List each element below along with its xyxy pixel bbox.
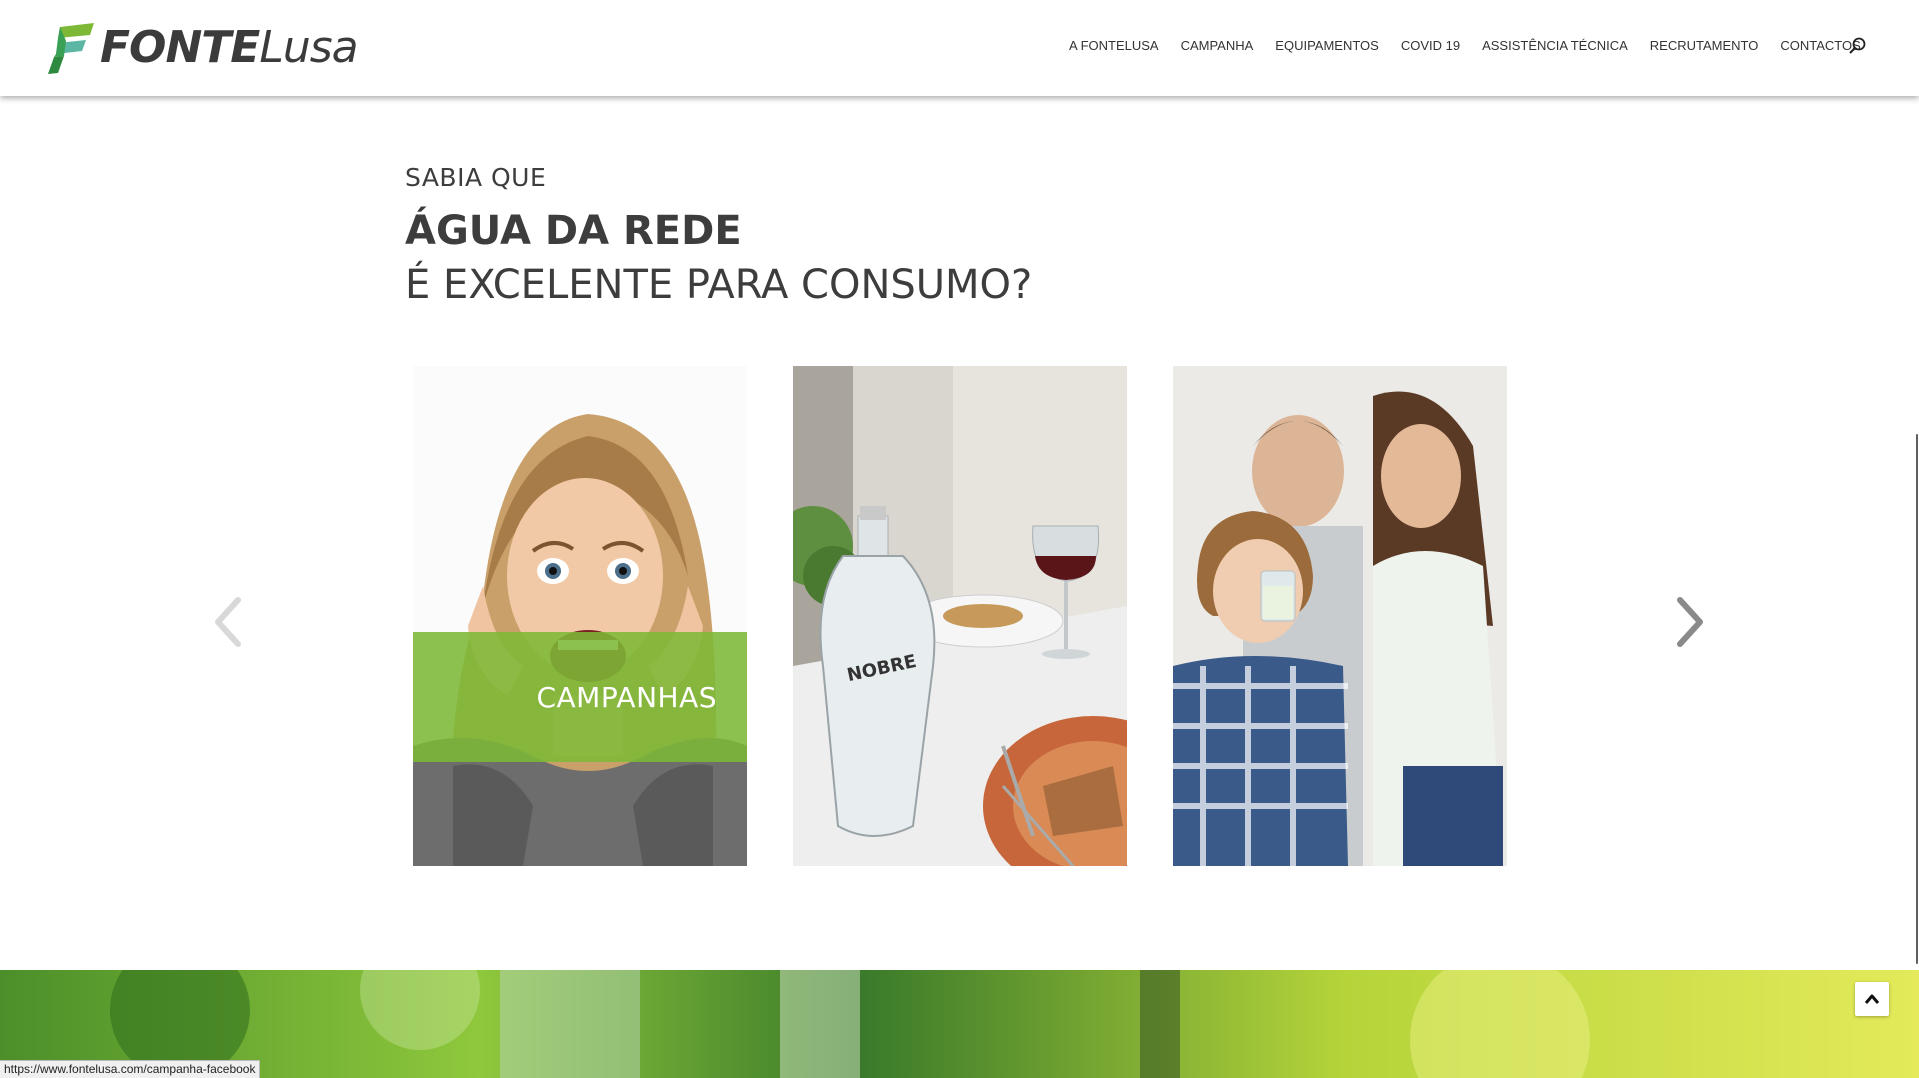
nav-item-assistencia-tecnica[interactable]: ASSISTÊNCIA TÉCNICA [1471, 36, 1639, 56]
water-bottle-dining-table-photo: NOBRE [793, 366, 1127, 866]
surprised-woman-photo [413, 366, 747, 866]
carousel-card-family[interactable] [1173, 366, 1507, 866]
back-to-top-button[interactable] [1855, 982, 1889, 1016]
carousel-card-water-bottle[interactable]: NOBRE [793, 366, 1127, 866]
intro-pretitle: SABIA QUE [405, 163, 547, 192]
bottom-banner-image [0, 970, 1919, 1078]
fontelusa-leaf-f-icon [48, 23, 94, 74]
chevron-right-icon[interactable] [1670, 594, 1710, 650]
logo-wordmark: FONTELusa [100, 26, 359, 70]
browser-status-url: https://www.fontelusa.com/campanha-faceb… [0, 1060, 261, 1078]
intro-headline: ÁGUA DA REDE [405, 208, 742, 254]
nav-item-recrutamento[interactable]: RECRUTAMENTO [1639, 36, 1770, 56]
intro-section: SABIA QUE ÁGUA DA REDE É EXCELENTE PARA … [405, 160, 1032, 312]
carousel-card-campanhas[interactable]: CAMPANHAS [413, 366, 747, 866]
scrollbar-thumb[interactable] [1916, 434, 1918, 964]
search-icon[interactable] [1848, 36, 1868, 56]
image-carousel: CAMPANHAS NOBRE [0, 366, 1919, 866]
site-header: FONTELusa A FONTELUSA CAMPANHA EQUIPAMEN… [0, 0, 1919, 96]
intro-subline: É EXCELENTE PARA CONSUMO? [405, 262, 1033, 308]
family-boy-drinking-water-photo [1173, 366, 1507, 866]
card-overlay: CAMPANHAS [413, 632, 747, 762]
page-scrollbar[interactable] [1913, 96, 1919, 1078]
nav-item-equipamentos[interactable]: EQUIPAMENTOS [1264, 36, 1390, 56]
chevron-up-icon [1864, 994, 1880, 1004]
logo-lusa: Lusa [259, 22, 358, 73]
chevron-left-icon[interactable] [208, 594, 248, 650]
nav-item-covid-19[interactable]: COVID 19 [1390, 36, 1471, 56]
green-water-banner-photo [0, 970, 1919, 1078]
logo-fonte: FONTE [100, 22, 260, 73]
nav-item-a-fontelusa[interactable]: A FONTELUSA [1058, 36, 1170, 56]
card-overlay-label: CAMPANHAS [536, 680, 717, 714]
fontelusa-logo[interactable]: FONTELusa [48, 20, 359, 76]
nav-item-campanha[interactable]: CAMPANHA [1170, 36, 1265, 56]
main-nav: A FONTELUSA CAMPANHA EQUIPAMENTOS COVID … [1058, 36, 1872, 56]
